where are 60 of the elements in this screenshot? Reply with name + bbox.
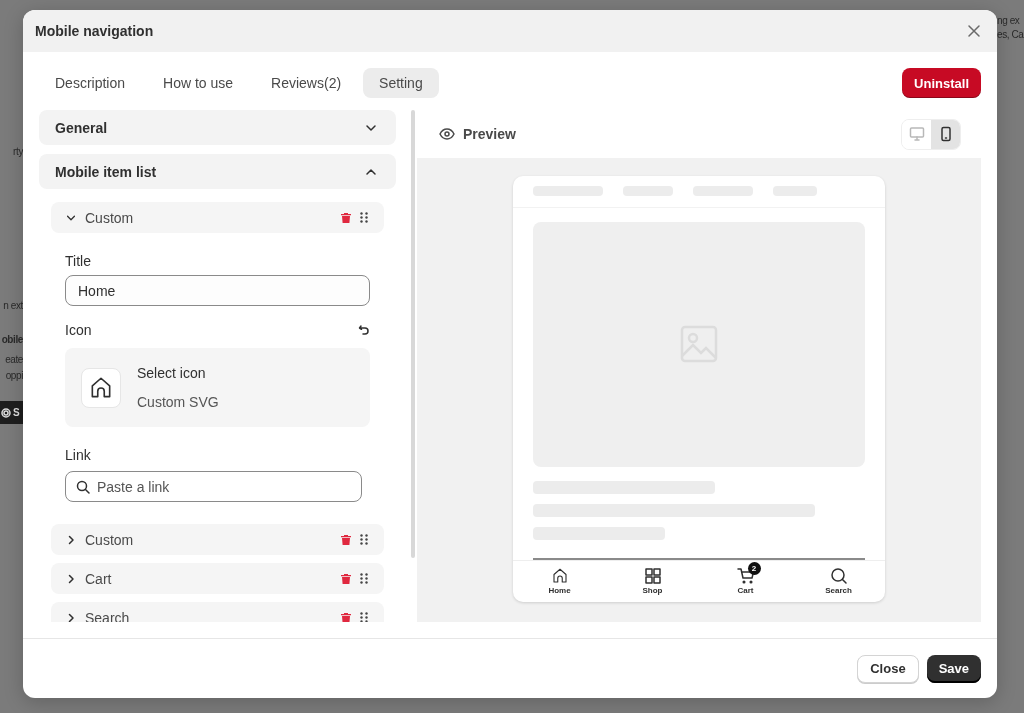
- gear-icon: [1, 407, 11, 418]
- eye-icon: [439, 126, 455, 142]
- background-text: rty: [13, 145, 23, 159]
- background-text: oppi: [5, 369, 23, 383]
- item-label: Cart: [85, 570, 113, 587]
- list-item[interactable]: Custom: [51, 524, 384, 555]
- desktop-icon: [908, 126, 925, 142]
- tab[interactable]: Setting: [363, 68, 439, 98]
- background-text: eate: [5, 353, 23, 367]
- reset-icon[interactable]: [358, 324, 370, 336]
- background-text: obile: [1, 333, 23, 347]
- nav-label: Home: [548, 586, 571, 596]
- drag-handle-icon[interactable]: [360, 612, 368, 622]
- tab[interactable]: How to use: [147, 68, 250, 98]
- nav-label: Shop: [642, 586, 663, 596]
- uninstall-button[interactable]: Uninstall: [902, 68, 981, 98]
- field-label: Link: [65, 447, 92, 463]
- trash-icon[interactable]: [340, 211, 352, 224]
- list-item[interactable]: Custom: [51, 202, 384, 233]
- cart-icon: [736, 567, 755, 586]
- home-icon: [550, 567, 569, 586]
- window-title: Mobile navigation: [35, 23, 154, 39]
- item-label: Search: [85, 609, 131, 622]
- accordion-header[interactable]: Mobile item list: [39, 154, 396, 189]
- preview-title: Preview: [463, 126, 516, 142]
- list-item[interactable]: Search: [51, 602, 384, 622]
- background-text: ng ex: [997, 14, 1020, 28]
- drag-handle-icon[interactable]: [360, 573, 368, 584]
- background-text: n ext: [3, 299, 23, 313]
- nav-label: Search: [825, 586, 852, 596]
- save-button[interactable]: Save: [926, 654, 981, 683]
- list-item[interactable]: Cart: [51, 563, 384, 594]
- tab[interactable]: Description: [39, 68, 142, 98]
- picker-subtitle: Custom SVG: [137, 394, 219, 410]
- search-icon: [829, 567, 848, 586]
- scrollbar[interactable]: [411, 110, 415, 558]
- title-input[interactable]: Home: [65, 275, 370, 306]
- drag-handle-icon[interactable]: [360, 534, 368, 545]
- item-label: Custom: [85, 531, 135, 548]
- device-toggle[interactable]: [931, 119, 960, 149]
- drag-handle-icon[interactable]: [360, 212, 368, 223]
- nav-label: Cart: [737, 586, 754, 596]
- settings-button[interactable]: S: [0, 401, 23, 424]
- grid-icon: [643, 567, 662, 586]
- link-field[interactable]: Paste a link: [65, 471, 362, 502]
- trash-icon[interactable]: [340, 533, 352, 546]
- item-label: Custom: [85, 209, 135, 226]
- tab[interactable]: Reviews(2): [255, 68, 358, 98]
- count-badge: 2: [747, 562, 761, 576]
- trash-icon[interactable]: [340, 611, 352, 622]
- field-label: Icon: [65, 322, 92, 338]
- picker-title: Select icon: [137, 365, 207, 381]
- accordion-header[interactable]: General: [39, 110, 396, 145]
- trash-icon[interactable]: [340, 572, 352, 585]
- search-icon: [76, 480, 90, 494]
- close-icon[interactable]: [965, 22, 983, 40]
- background-text: es, Ca: [997, 28, 1024, 42]
- close-button[interactable]: Close: [857, 654, 919, 683]
- field-label: Title: [65, 253, 92, 269]
- icon-picker[interactable]: Select icon Custom SVG: [65, 348, 370, 427]
